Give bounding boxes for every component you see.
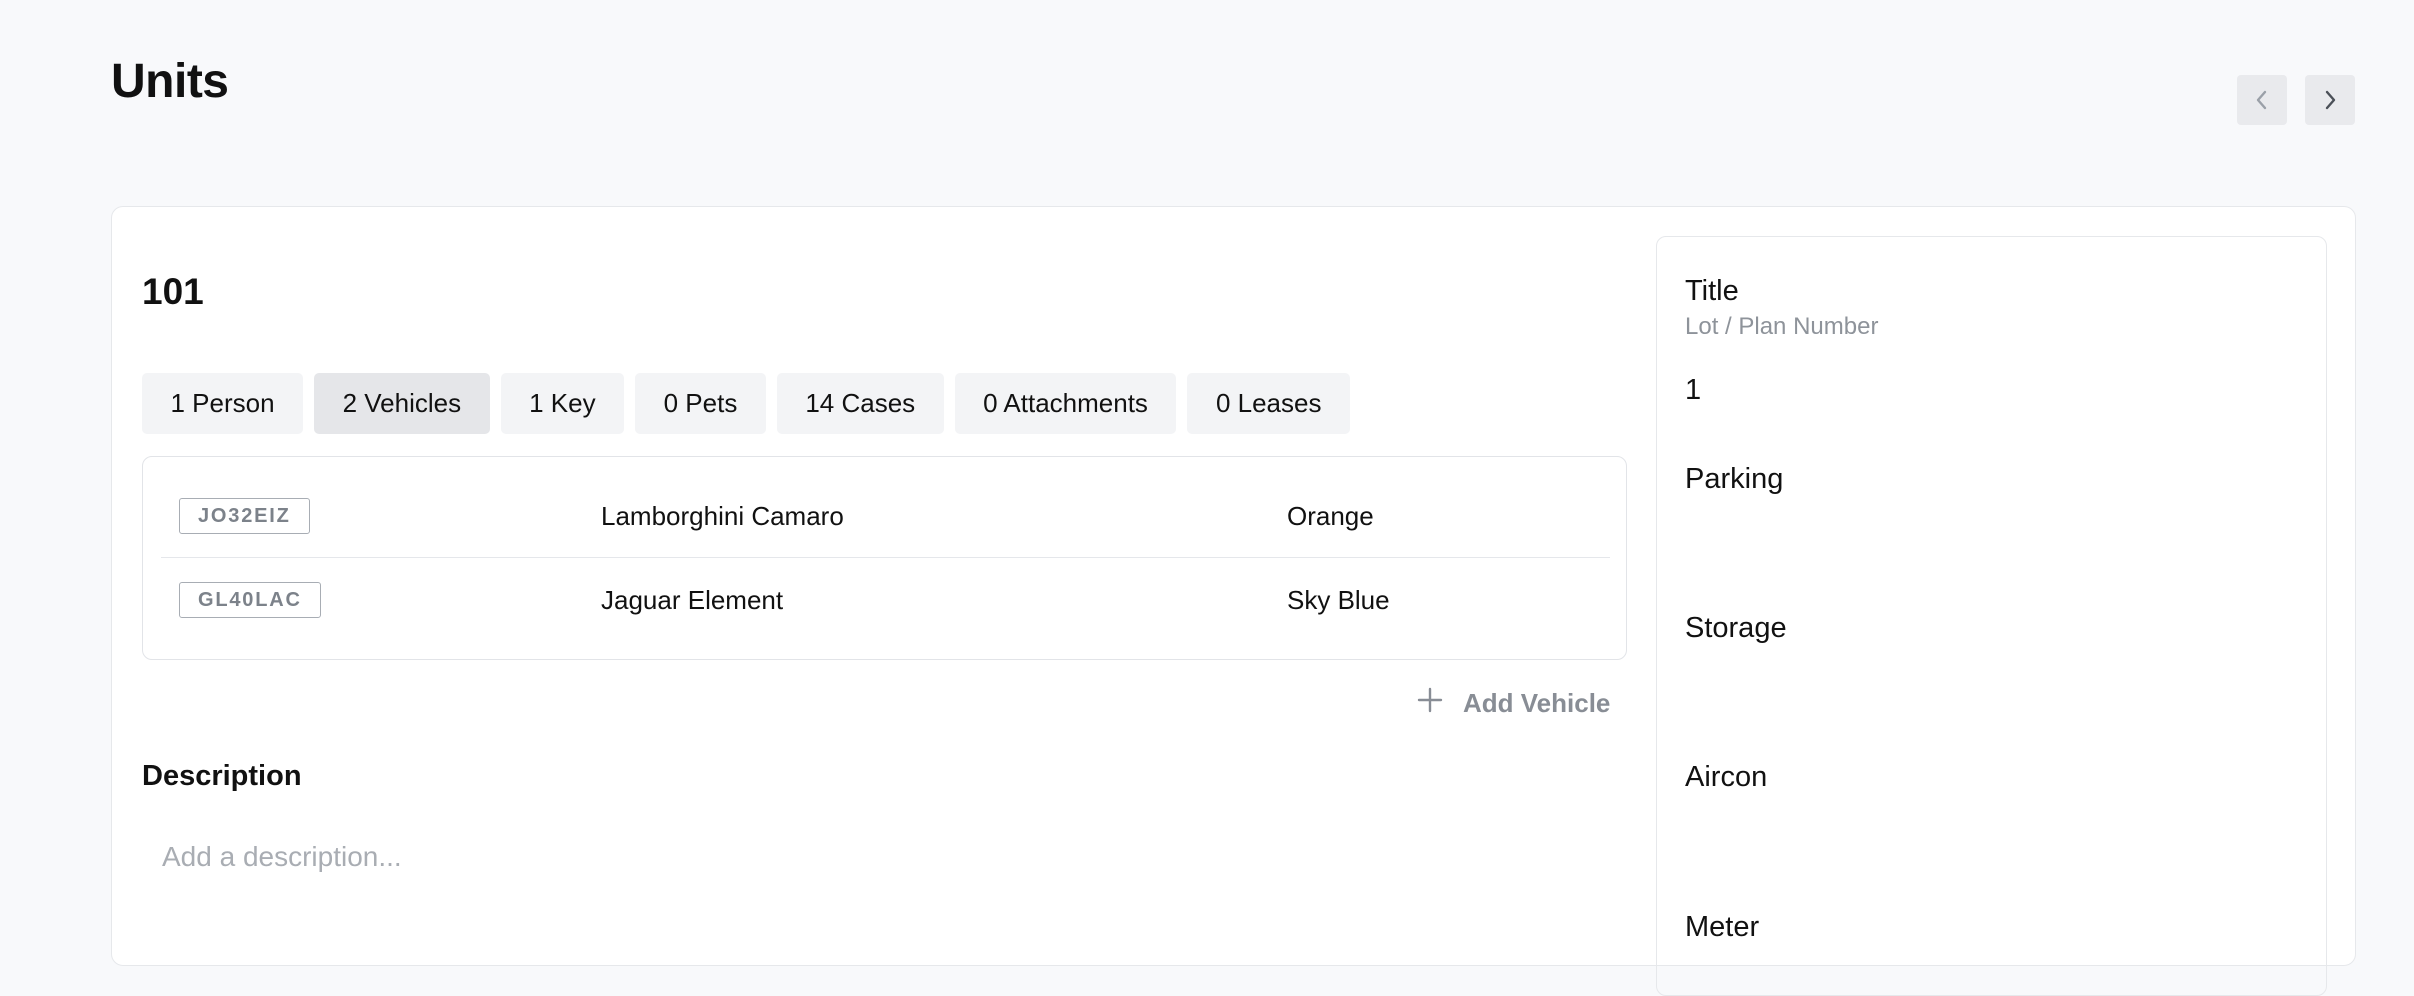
vehicle-model: Jaguar Element (601, 585, 784, 615)
add-vehicle-button[interactable]: Add Vehicle (1417, 687, 1610, 720)
storage-value[interactable] (1685, 656, 2285, 716)
next-unit-button[interactable] (2305, 75, 2355, 125)
tab-people[interactable]: 1 Person (142, 373, 304, 434)
unit-card: 101 1 Person 2 Vehicles 1 Key 0 Pets 14 … (111, 206, 2356, 996)
parking-label: Parking (1685, 463, 1784, 495)
unit-details-panel: Title Lot / Plan Number 1 Parking Storag… (1656, 236, 2327, 996)
vehicle-row[interactable]: JO32EIZ Lamborghini Camaro Orange (161, 474, 1610, 558)
unit-tabs: 1 Person 2 Vehicles 1 Key 0 Pets 14 Case… (142, 373, 1350, 434)
description-input[interactable] (142, 827, 1627, 887)
aircon-value[interactable] (1685, 805, 2285, 865)
tab-keys[interactable]: 1 Key (500, 373, 625, 434)
plus-icon (1417, 687, 1443, 720)
vehicle-color: Sky Blue (1287, 585, 1390, 615)
chevron-right-icon (2321, 88, 2339, 112)
page-title: Units (111, 55, 229, 108)
add-vehicle-label: Add Vehicle (1463, 688, 1611, 718)
vehicle-row[interactable]: GL40LAC Jaguar Element Sky Blue (161, 558, 1610, 641)
title-sublabel: Lot / Plan Number (1685, 313, 1879, 340)
parking-value[interactable] (1685, 507, 2285, 567)
license-plate-badge: JO32EIZ (179, 498, 310, 534)
unit-number: 101 (142, 271, 204, 312)
license-plate-badge: GL40LAC (179, 582, 321, 618)
storage-label: Storage (1685, 612, 1787, 644)
tab-cases[interactable]: 14 Cases (776, 373, 944, 434)
tab-pets[interactable]: 0 Pets (635, 373, 766, 434)
title-label: Title (1685, 275, 1739, 307)
description-label: Description (142, 760, 302, 792)
previous-unit-button[interactable] (2237, 75, 2287, 125)
aircon-label: Aircon (1685, 761, 1768, 793)
vehicle-model: Lamborghini Camaro (601, 501, 844, 531)
tab-vehicles[interactable]: 2 Vehicles (314, 373, 490, 434)
title-value[interactable]: 1 (1685, 374, 1701, 407)
tab-leases[interactable]: 0 Leases (1187, 373, 1350, 434)
vehicles-list: JO32EIZ Lamborghini Camaro Orange GL40LA… (142, 456, 1627, 660)
vehicle-color: Orange (1287, 501, 1374, 531)
tab-attachments[interactable]: 0 Attachments (954, 373, 1177, 434)
chevron-left-icon (2253, 88, 2271, 112)
meter-label: Meter (1685, 911, 1760, 943)
